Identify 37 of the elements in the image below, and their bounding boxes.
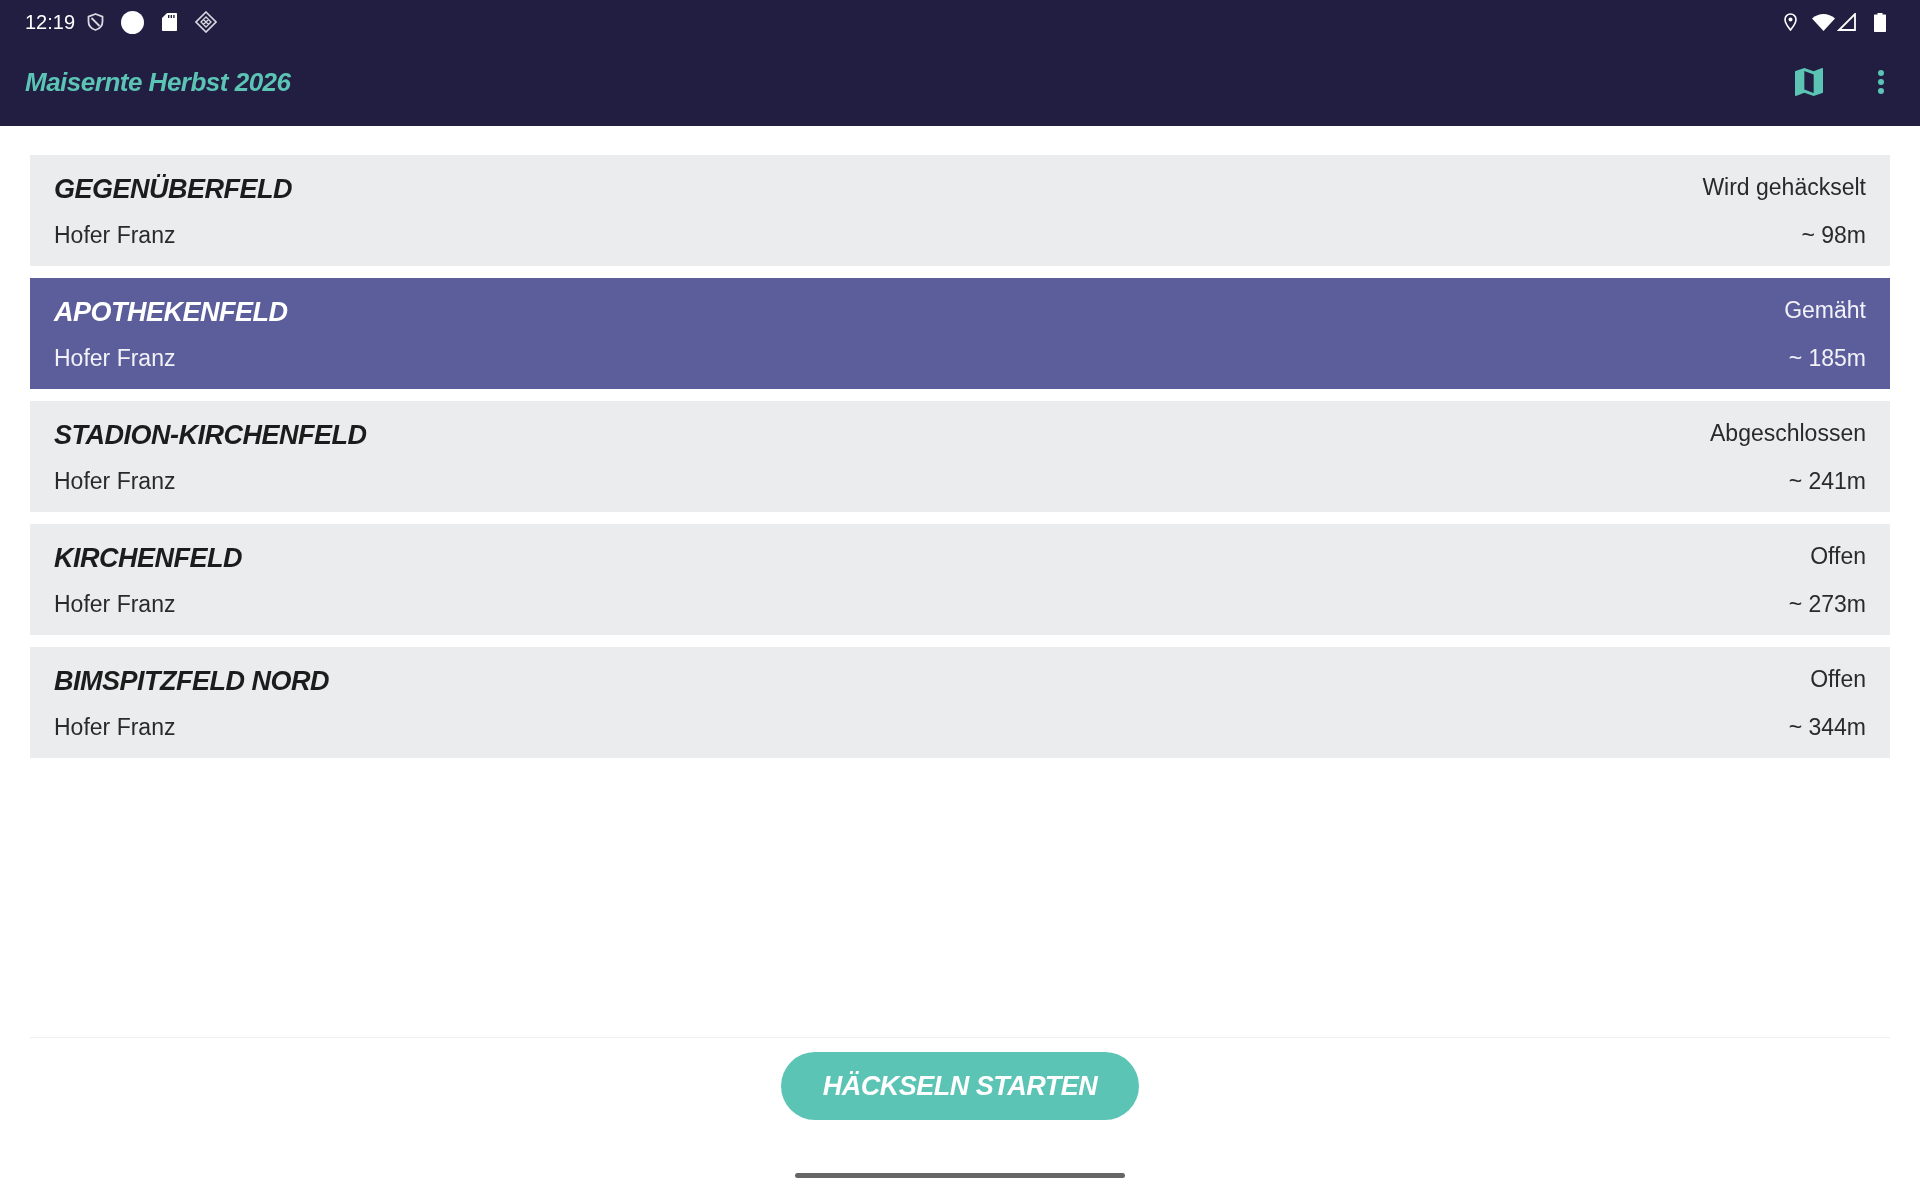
status-time: 12:19: [25, 12, 76, 32]
field-name: APOTHEKENFELD: [54, 295, 288, 329]
owner-name: Hofer Franz: [54, 220, 176, 250]
owner-name: Hofer Franz: [54, 589, 176, 619]
status-text: Abgeschlossen: [1710, 418, 1866, 448]
status-text: Gemäht: [1784, 295, 1866, 325]
owner-name: Hofer Franz: [54, 712, 176, 742]
field-row[interactable]: GEGENÜBERFELD Hofer Franz Wird gehäckselt ~ 98m: [30, 155, 1890, 266]
app-title: Maisernte Herbst 2026: [25, 65, 291, 99]
map-icon[interactable]: [1795, 68, 1823, 96]
more-menu-icon[interactable]: [1878, 70, 1884, 94]
field-row[interactable]: BIMSPITZFELD NORD Hofer Franz Offen ~ 344m: [30, 647, 1890, 758]
distance-text: ~ 273m: [1788, 589, 1866, 619]
sd-card-icon: [162, 13, 178, 31]
field-row[interactable]: STADION-KIRCHENFELD Hofer Franz Abgeschlossen ~ 241m: [30, 401, 1890, 512]
field-row[interactable]: KIRCHENFELD Hofer Franz Offen ~ 273m: [30, 524, 1890, 635]
diamond-grid-icon: [195, 11, 218, 33]
wifi-icon: [1812, 13, 1835, 31]
distance-text: ~ 344m: [1788, 712, 1866, 742]
field-name: GEGENÜBERFELD: [54, 172, 293, 206]
circle-icon: [121, 10, 145, 34]
owner-name: Hofer Franz: [54, 466, 176, 496]
owner-name: Hofer Franz: [54, 343, 176, 373]
distance-text: ~ 241m: [1788, 466, 1866, 496]
status-text: Wird gehäckselt: [1702, 172, 1866, 202]
distance-text: ~ 98m: [1801, 220, 1866, 250]
field-row[interactable]: APOTHEKENFELD Hofer Franz Gemäht ~ 185m: [30, 278, 1890, 389]
shield-icon: [87, 13, 105, 31]
battery-icon: [1874, 12, 1886, 32]
status-text: Offen: [1810, 541, 1866, 571]
signal-icon: [1837, 13, 1856, 31]
status-text: Offen: [1810, 664, 1866, 694]
field-name: BIMSPITZFELD NORD: [54, 664, 329, 698]
distance-text: ~ 185m: [1788, 343, 1866, 373]
location-pin-icon: [1784, 13, 1797, 31]
field-name: KIRCHENFELD: [54, 541, 242, 575]
field-name: STADION-KIRCHENFELD: [54, 418, 367, 452]
